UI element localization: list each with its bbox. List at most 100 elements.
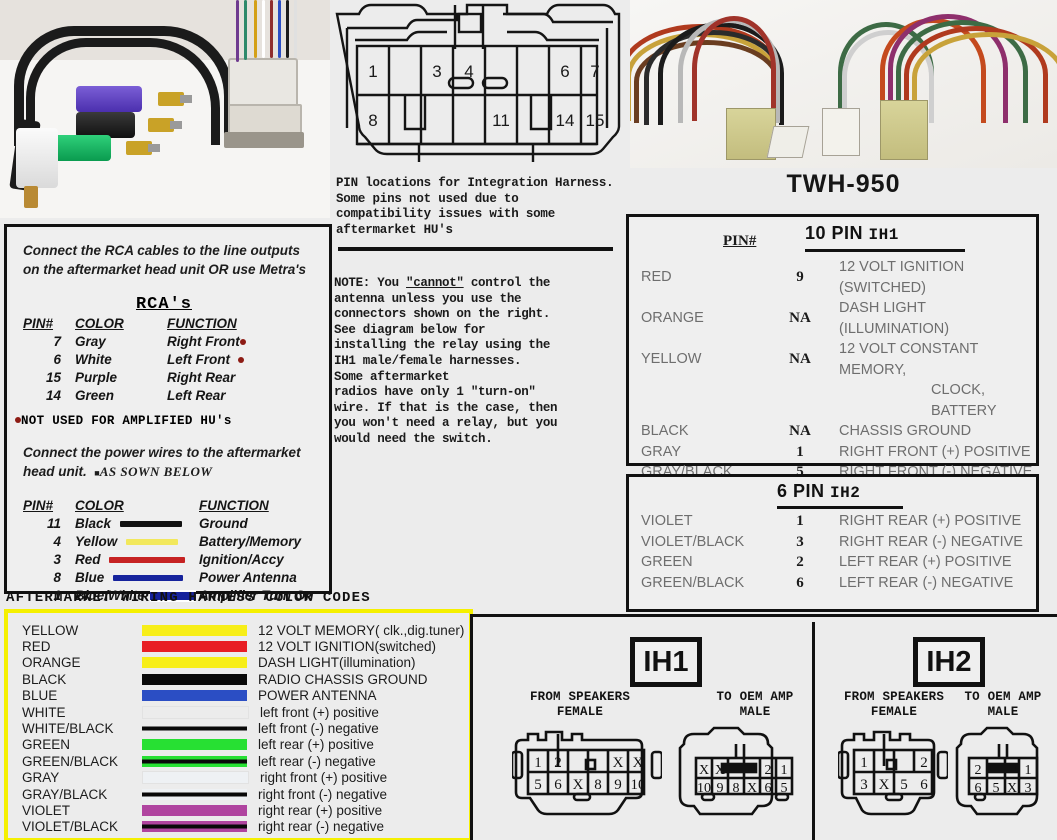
note-line-11: would need the switch. [334,431,493,446]
note-line-7: Some aftermarket [334,369,450,384]
ih2-female-caption: FROM SPEAKERS FEMALE [843,690,945,719]
rca-and-power-instructions-panel: Connect the RCA cables to the line outpu… [4,224,332,603]
power-color: Black [75,515,199,533]
svg-text:1: 1 [781,763,788,778]
wire-swatch [126,539,179,546]
color-code-row: GRAY right front (+) positive [8,770,469,786]
color-code-name: GRAY [22,770,60,786]
color-codes-list: YELLOW 12 VOLT MEMORY( clk.,dig.tuner) RED… [8,613,469,835]
color-code-swatch [142,788,247,800]
rca-pin: 14 [45,388,61,403]
svg-text:2: 2 [765,763,772,778]
wire-color-name: RED [641,269,672,286]
color-code-function: right front (+) positive [260,770,388,786]
color-code-row: VIOLET right rear (+) positive [8,802,469,818]
footnote-dot [239,339,246,346]
color-code-row: VIOLET/BLACK right rear (-) negative [8,819,469,835]
table-row: 15 Purple Right Rear [23,369,329,387]
svg-text:10: 10 [697,781,711,796]
ih1-table-title: 10 PIN IH1 [805,223,899,244]
pin-column-header: PIN# [723,233,757,249]
color-code-function: right rear (-) negative [258,819,385,835]
power-pin-table: PIN# COLOR FUNCTION 11 Black Ground 4 Ye… [23,497,329,605]
ih1-female-caption: FROM SPEAKERS FEMALE [529,690,631,719]
svg-text:X: X [633,755,644,771]
svg-text:1: 1 [860,755,868,771]
color-code-row: WHITE left front (+) positive [8,704,469,720]
wire-color-name: GRAY [641,443,682,460]
rca-color: Purple [75,370,118,385]
rca-section-title: RCA's [135,295,192,314]
table-row: GREEN 2 LEFT REAR (+) POSITIVE [629,552,1036,573]
color-code-swatch [142,641,247,653]
note-line-4: See diagram below for [334,322,486,337]
wire-swatch [109,557,186,564]
table-row: CLOCK, BATTERY [629,380,1036,421]
color-code-name: WHITE/BLACK [22,721,114,737]
pin-number: 9 [796,269,804,286]
pin-locations-caption: PIN locations for Integration Harness. S… [336,176,614,237]
wire-swatch [113,575,184,582]
power-intro-line-1: Connect the power wires to the aftermark… [23,445,301,460]
color-code-row: ORANGE DASH LIGHT(illumination) [8,655,469,671]
col-header-function: FUNCTION [167,316,237,331]
table-row: RED 9 12 VOLT IGNITION (SWITCHED) [629,257,1036,298]
color-code-swatch [142,755,247,767]
color-code-row: WHITE/BLACK left front (-) negative [8,720,469,736]
pin-label: 7 [590,62,599,81]
color-code-row: GREEN/BLACK left rear (-) negative [8,753,469,769]
wiring-diagram-page: 1 3 4 6 7 8 11 14 15 PIN locations for I… [0,0,1057,840]
pin-number: NA [789,423,811,439]
color-code-swatch [142,739,247,751]
color-code-row: GREEN left rear (+) positive [8,737,469,753]
wire-function: 12 VOLT CONSTANT MEMORY, [839,341,979,378]
svg-text:X: X [699,763,709,778]
power-intro-line-2: head unit. ■AS SOWN BELOW [23,464,213,479]
table-row: 7 Gray Right Front [23,333,329,351]
svg-text:9: 9 [614,777,622,793]
svg-text:6: 6 [975,781,982,796]
wire-color-name: ORANGE [641,310,704,327]
note-block: NOTE: You "cannot" control the antenna u… [334,276,620,448]
ih1-male-connector: XX 21 10 9 8 X65 [678,724,810,825]
color-code-swatch [142,673,247,685]
table-row: 3 Red Ignition/Accy [23,551,329,569]
svg-text:X: X [1007,781,1017,796]
ih2-badge: IH2 [913,637,985,687]
svg-text:X: X [879,777,890,793]
col-header-pin: PIN# [23,498,54,513]
table-row: YELLOW NA 12 VOLT CONSTANT MEMORY, [629,339,1036,380]
svg-text:6: 6 [920,777,928,793]
bottom-section-divider [470,614,1057,617]
as-shown-below-label: AS SOWN BELOW [99,464,213,479]
rca-color: Green [75,388,115,403]
color-code-function: left rear (+) positive [258,737,374,753]
color-code-function: 12 VOLT MEMORY( clk.,dig.tuner) [258,622,465,638]
ih1-badge: IH1 [630,637,702,687]
wire-function: CLOCK, BATTERY [931,382,997,419]
pin-label: 1 [368,62,377,81]
svg-text:1: 1 [534,755,542,771]
rca-color: White [75,352,112,367]
color-code-name: RED [22,639,51,655]
color-code-function: POWER ANTENNA [258,688,377,704]
wire-function: CHASSIS GROUND [839,423,972,439]
wire-swatch [119,521,182,528]
color-code-name: GRAY/BLACK [22,786,108,802]
svg-text:6: 6 [554,777,562,793]
color-code-function: right front (-) negative [258,786,388,802]
col-header-function: FUNCTION [199,498,269,513]
svg-text:2: 2 [554,755,562,771]
rca-intro-line-2: on the aftermarket head unit OR use Metr… [23,262,307,277]
color-code-swatch [142,771,249,785]
color-code-row: YELLOW 12 VOLT MEMORY( clk.,dig.tuner) [8,622,469,638]
svg-text:2: 2 [920,755,928,771]
table-row: GREEN/BLACK 6 LEFT REAR (-) NEGATIVE [629,573,1036,594]
color-code-name: ORANGE [22,655,81,671]
wire-color-name: GREEN/BLACK [641,574,745,591]
note-line-1c: control the [463,276,551,290]
power-pin: 3 [53,552,61,567]
rca-intro-line-1: Connect the RCA cables to the line outpu… [23,243,301,258]
pin-number: 1 [796,443,804,460]
color-code-name: VIOLET/BLACK [22,819,119,835]
